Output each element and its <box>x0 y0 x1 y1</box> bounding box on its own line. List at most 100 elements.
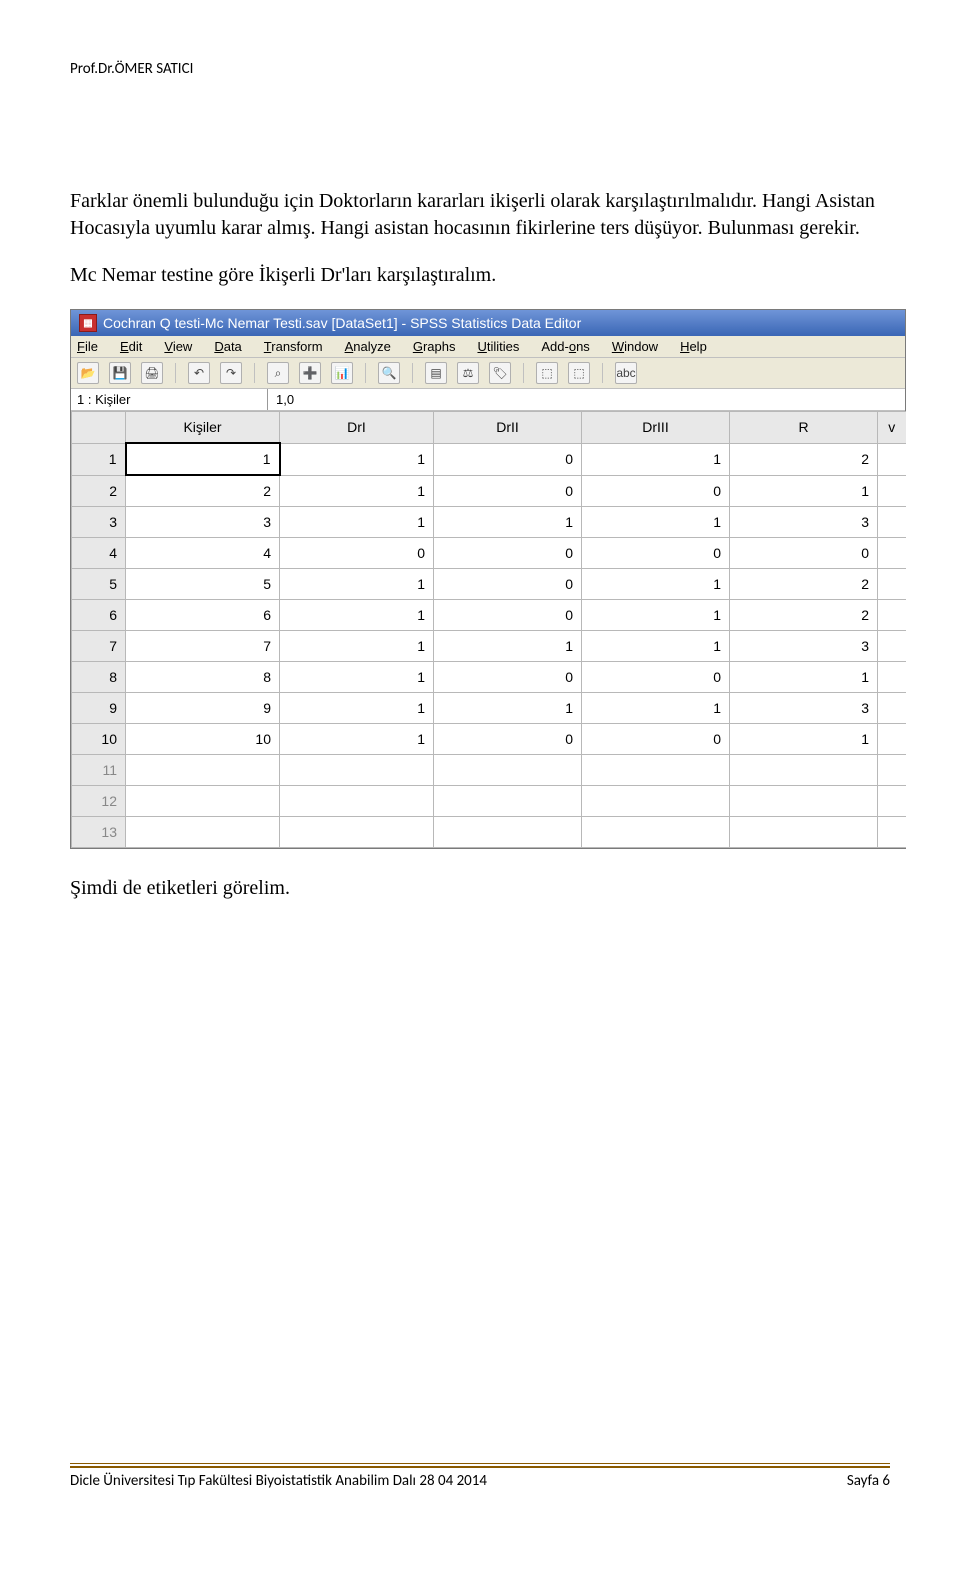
data-cell[interactable]: 9 <box>126 693 280 724</box>
data-cell-partial[interactable] <box>878 475 906 507</box>
data-cell-partial[interactable] <box>878 600 906 631</box>
show-all-icon[interactable]: ⬚ <box>568 362 590 384</box>
data-cell[interactable] <box>126 817 280 848</box>
data-cell[interactable]: 4 <box>126 538 280 569</box>
col-header[interactable]: R <box>730 412 878 444</box>
row-number[interactable]: 7 <box>72 631 126 662</box>
data-cell[interactable]: 1 <box>280 631 434 662</box>
insert-case-icon[interactable]: ➕ <box>299 362 321 384</box>
data-cell-partial[interactable] <box>878 724 906 755</box>
data-cell[interactable]: 1 <box>582 600 730 631</box>
data-cell[interactable]: 1 <box>434 693 582 724</box>
data-cell[interactable]: 1 <box>126 443 280 475</box>
data-cell[interactable]: 1 <box>434 631 582 662</box>
data-cell[interactable]: 0 <box>582 724 730 755</box>
find-icon[interactable]: 🔍 <box>378 362 400 384</box>
row-number[interactable]: 9 <box>72 693 126 724</box>
col-header[interactable]: DrII <box>434 412 582 444</box>
row-number[interactable]: 11 <box>72 755 126 786</box>
data-cell[interactable]: 0 <box>434 600 582 631</box>
col-header-partial[interactable]: v <box>878 412 906 444</box>
data-cell[interactable]: 0 <box>434 569 582 600</box>
goto-case-icon[interactable]: ⌕ <box>267 362 289 384</box>
data-cell[interactable]: 1 <box>280 507 434 538</box>
row-number[interactable]: 6 <box>72 600 126 631</box>
row-number[interactable]: 10 <box>72 724 126 755</box>
data-cell[interactable] <box>280 786 434 817</box>
data-cell[interactable]: 0 <box>434 443 582 475</box>
data-cell[interactable] <box>730 786 878 817</box>
undo-icon[interactable]: ↶ <box>188 362 210 384</box>
data-cell[interactable]: 10 <box>126 724 280 755</box>
row-number[interactable]: 1 <box>72 443 126 475</box>
data-cell[interactable]: 1 <box>582 507 730 538</box>
data-cell[interactable]: 2 <box>730 443 878 475</box>
data-cell[interactable] <box>126 786 280 817</box>
data-cell[interactable]: 1 <box>582 569 730 600</box>
row-number[interactable]: 8 <box>72 662 126 693</box>
data-cell[interactable]: 0 <box>582 475 730 507</box>
print-icon[interactable]: 🖨 <box>141 362 163 384</box>
data-cell[interactable]: 1 <box>730 724 878 755</box>
data-cell[interactable] <box>126 755 280 786</box>
active-cell-value[interactable]: 1,0 <box>268 389 905 410</box>
data-cell[interactable]: 3 <box>730 631 878 662</box>
variable-sets-icon[interactable]: ⬚ <box>536 362 558 384</box>
data-cell[interactable] <box>434 817 582 848</box>
data-cell-partial[interactable] <box>878 538 906 569</box>
data-cell[interactable]: 2 <box>730 569 878 600</box>
data-cell[interactable] <box>730 817 878 848</box>
data-cell-partial[interactable] <box>878 443 906 475</box>
save-icon[interactable]: 💾 <box>109 362 131 384</box>
row-number[interactable]: 5 <box>72 569 126 600</box>
insert-variable-icon[interactable]: 📊 <box>331 362 353 384</box>
data-cell[interactable]: 5 <box>126 569 280 600</box>
data-cell[interactable]: 1 <box>280 662 434 693</box>
data-cell[interactable]: 0 <box>434 475 582 507</box>
open-icon[interactable]: 📂 <box>77 362 99 384</box>
data-cell[interactable] <box>434 786 582 817</box>
row-number[interactable]: 12 <box>72 786 126 817</box>
data-cell[interactable] <box>434 755 582 786</box>
spell-check-icon[interactable]: abc <box>615 362 637 384</box>
data-cell[interactable]: 7 <box>126 631 280 662</box>
data-cell[interactable]: 0 <box>730 538 878 569</box>
data-cell[interactable]: 1 <box>730 662 878 693</box>
data-cell-partial[interactable] <box>878 507 906 538</box>
data-cell[interactable]: 1 <box>280 600 434 631</box>
menu-analyze[interactable]: Analyze <box>345 339 391 354</box>
data-cell[interactable] <box>280 817 434 848</box>
data-cell[interactable]: 1 <box>730 475 878 507</box>
data-cell[interactable] <box>730 755 878 786</box>
data-cell-partial[interactable] <box>878 569 906 600</box>
data-cell[interactable]: 1 <box>582 443 730 475</box>
data-cell[interactable]: 1 <box>280 569 434 600</box>
row-number[interactable]: 3 <box>72 507 126 538</box>
data-cell[interactable]: 0 <box>434 538 582 569</box>
data-cell-partial[interactable] <box>878 817 906 848</box>
menu-view[interactable]: View <box>164 339 192 354</box>
menu-data[interactable]: Data <box>214 339 241 354</box>
data-cell[interactable]: 1 <box>582 631 730 662</box>
row-number[interactable]: 4 <box>72 538 126 569</box>
data-cell[interactable]: 2 <box>730 600 878 631</box>
data-cell-partial[interactable] <box>878 755 906 786</box>
select-cases-icon[interactable]: ▤ <box>425 362 447 384</box>
menu-addons[interactable]: Add-ons <box>541 339 589 354</box>
data-cell[interactable]: 1 <box>280 724 434 755</box>
data-cell[interactable]: 8 <box>126 662 280 693</box>
col-header[interactable]: Kişiler <box>126 412 280 444</box>
data-cell[interactable]: 0 <box>582 662 730 693</box>
value-labels-icon[interactable]: 🏷 <box>489 362 511 384</box>
weight-cases-icon[interactable]: ⚖ <box>457 362 479 384</box>
redo-icon[interactable]: ↷ <box>220 362 242 384</box>
row-number[interactable]: 13 <box>72 817 126 848</box>
menu-transform[interactable]: Transform <box>264 339 323 354</box>
data-cell[interactable]: 3 <box>730 693 878 724</box>
data-cell[interactable]: 0 <box>434 724 582 755</box>
col-header[interactable]: DrI <box>280 412 434 444</box>
data-cell[interactable]: 1 <box>280 443 434 475</box>
data-cell[interactable]: 2 <box>126 475 280 507</box>
data-cell[interactable] <box>280 755 434 786</box>
menu-utilities[interactable]: Utilities <box>477 339 519 354</box>
